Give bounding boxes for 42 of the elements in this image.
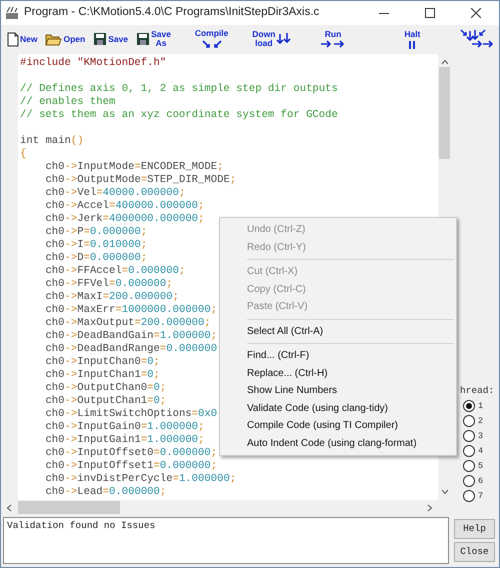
code-line: ch0->DeadBandGain=1.000000; [44, 330, 218, 343]
code-line: ch0->OutputChan0=0; [44, 382, 166, 395]
radio-label: 7 [478, 490, 484, 502]
code-line: ch0->FFAccel=0.000000; [44, 264, 186, 278]
code-line: // enables them [19, 96, 116, 109]
code-line: ch0->MaxI=200.000000; [44, 290, 179, 304]
code-line: ch0->invDistPerCycle=1.000000; [44, 472, 236, 486]
output-box: Validation found no Issues [3, 517, 449, 564]
code-line: // sets them as an xyz coordinate system for GCode [19, 108, 338, 122]
radio-label: 3 [478, 430, 484, 442]
code-line: ch0->Lead=0.000000; [44, 486, 166, 499]
code-line: ch0->OutputChan1=0; [44, 394, 166, 408]
radio-label: 4 [478, 444, 484, 458]
code-line: ch0->FFVel=0.000000; [44, 278, 173, 291]
code-line: ch0->Jerk=4000000.000000; [44, 212, 204, 226]
code-line: ch0->OutputMode=STEP_DIR_MODE; [44, 174, 236, 187]
code-line: // Defines axis 0, 1, 2 as simple step dir outputs [19, 82, 338, 96]
radio-label: 5 [478, 460, 484, 472]
code-line: { [19, 148, 26, 161]
radio-label: 6 [478, 474, 484, 488]
code-line: ch0->MaxErr=1000000.000000; [44, 304, 218, 317]
code-line: ch0->I=0.010000; [44, 238, 148, 252]
code-line: ch0->InputMode=ENCODER_MODE; [44, 160, 224, 174]
code-line: ch0->InputOffset0=0.000000; [44, 446, 218, 460]
code-line: ch0->InputGain1=1.000000; [44, 434, 204, 447]
code-line: ch0->P=0.000000; [44, 226, 148, 239]
code-line: ch0->DeadBandRange=0.000000 [44, 342, 218, 356]
code-line: ch0->MaxOutput=200.000000; [44, 316, 211, 330]
code-line: int main() [19, 134, 84, 148]
thread-label: hread: [460, 384, 494, 398]
code-line: ch0->Accel=400000.000000; [44, 200, 204, 213]
radio-label: 1 [478, 400, 484, 412]
code-line: ch0->InputChan1=0; [44, 368, 160, 382]
code-line: ch0->D=0.000000; [44, 252, 148, 265]
radio-label: 2 [478, 414, 484, 428]
code-line: #include "KMotionDef.h" [19, 56, 166, 70]
window-title: Program - C:\KMotion5.4.0\C Programs\InitStepDir3Axis.c [24, 5, 320, 20]
code-line: ch0->LimitSwitchOptions=0x0 [44, 408, 218, 421]
code-line: ch0->InputGain0=1.000000; [44, 420, 204, 434]
code-line: ch0->InputChan0=0; [44, 356, 160, 369]
code-line: ch0->InputOffset1=0.000000; [44, 460, 218, 473]
code-line: ch0->Vel=40000.000000; [44, 186, 186, 200]
